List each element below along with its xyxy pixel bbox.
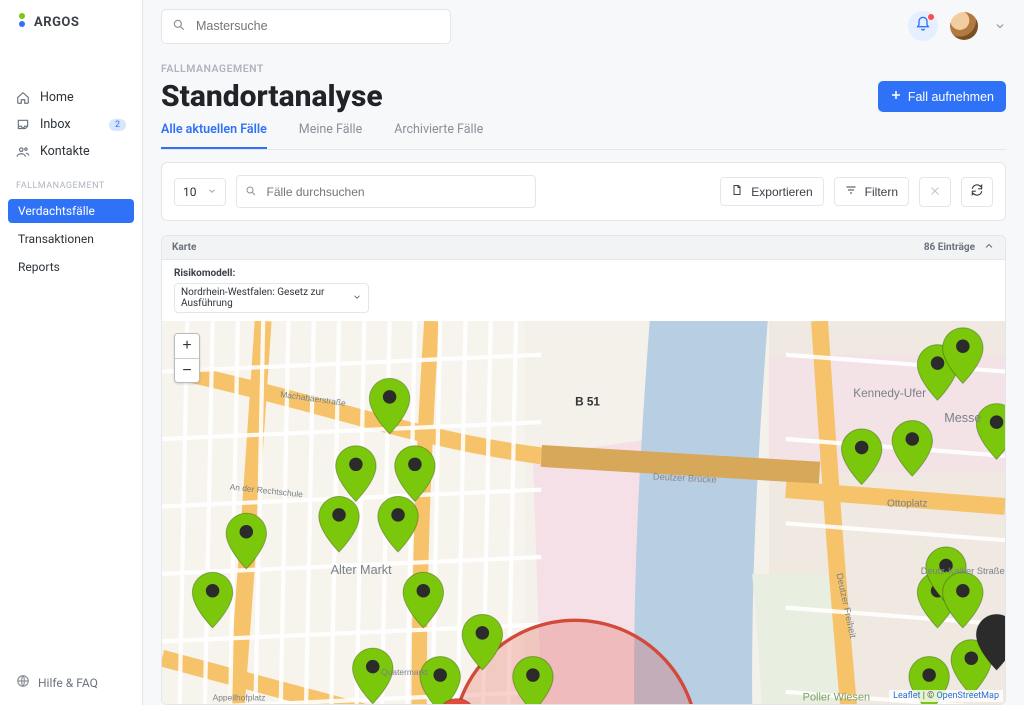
nav-sub-verdachtsfaelle[interactable]: Verdachtsfälle xyxy=(8,199,134,223)
nav-sub-transaktionen[interactable]: Transaktionen xyxy=(8,227,134,251)
svg-text:Kennedy-Ufer: Kennedy-Ufer xyxy=(853,386,926,400)
filter-icon xyxy=(845,184,857,199)
map-card: Karte 86 Einträge Risikomodell: Nordrhei… xyxy=(161,235,1006,705)
page-title: Standortanalyse xyxy=(161,79,866,114)
notifications-button[interactable] xyxy=(908,11,938,41)
home-icon xyxy=(16,91,30,105)
chevron-down-icon[interactable] xyxy=(994,17,1006,36)
svg-text:Appellhofplatz: Appellhofplatz xyxy=(213,692,266,702)
globe-icon xyxy=(16,674,30,691)
list-toolbar: 10 Exportieren xyxy=(161,162,1006,221)
tab-all-cases[interactable]: Alle aktuellen Fälle xyxy=(161,122,267,149)
contacts-icon xyxy=(16,145,30,159)
new-case-button[interactable]: Fall aufnehmen xyxy=(878,81,1006,112)
export-label: Exportieren xyxy=(751,185,812,199)
nav-main: Home Inbox 2 Kontakte xyxy=(0,44,142,165)
risk-model-label: Risikomodell: xyxy=(174,268,993,279)
page: FALLMANAGEMENT Standortanalyse Fall aufn… xyxy=(143,52,1024,705)
tabs: Alle aktuellen Fälle Meine Fälle Archivi… xyxy=(161,122,1006,150)
topbar xyxy=(143,0,1024,52)
svg-text:Quatermarkt: Quatermarkt xyxy=(381,667,428,677)
chevron-down-icon xyxy=(207,185,217,199)
nav-sub-label: Transaktionen xyxy=(18,232,94,246)
filter-button[interactable]: Filtern xyxy=(834,177,909,206)
page-size-select[interactable]: 10 xyxy=(174,178,226,206)
osm-link[interactable]: OpenStreetMap xyxy=(936,691,999,701)
svg-text:Poller Wiesen: Poller Wiesen xyxy=(803,691,870,703)
map-entry-count: 86 Einträge xyxy=(924,242,975,253)
new-case-label: Fall aufnehmen xyxy=(908,90,994,104)
notification-dot-icon xyxy=(928,14,934,20)
tab-my-cases[interactable]: Meine Fälle xyxy=(299,122,362,149)
zoom-out-button[interactable]: − xyxy=(175,358,199,382)
tab-archived-cases[interactable]: Archivierte Fälle xyxy=(394,122,483,149)
logo-icon xyxy=(16,12,28,32)
sidebar: ARGOS Home Inbox 2 Kontakte xyxy=(0,0,143,705)
risk-model-value: Nordrhein-Westfalen: Gesetz zur Ausführu… xyxy=(181,287,346,309)
filter-label: Filtern xyxy=(865,185,898,199)
nav-item-home[interactable]: Home xyxy=(0,84,142,111)
master-search-input[interactable] xyxy=(194,18,440,34)
brand: ARGOS xyxy=(0,0,142,44)
export-icon xyxy=(731,184,743,199)
refresh-icon xyxy=(970,182,984,201)
nav-section-caption: FALLMANAGEMENT xyxy=(0,165,142,197)
risk-model-select[interactable]: Nordrhein-Westfalen: Gesetz zur Ausführu… xyxy=(174,283,369,313)
nav-sub-label: Verdachtsfälle xyxy=(18,204,95,218)
map-canvas: RheinAlter MarktHeumarktKartäuserhofKenn… xyxy=(162,321,1005,704)
nav-item-label: Home xyxy=(40,90,74,105)
map-header: Karte 86 Einträge xyxy=(162,236,1005,260)
map-attribution: Leaflet | © OpenStreetMap xyxy=(889,690,1003,702)
plus-icon xyxy=(890,89,902,104)
leaflet-link[interactable]: Leaflet xyxy=(893,691,920,701)
inbox-badge: 2 xyxy=(109,119,126,131)
refresh-button[interactable] xyxy=(961,177,993,207)
map[interactable]: RheinAlter MarktHeumarktKartäuserhofKenn… xyxy=(162,321,1005,704)
page-size-value: 10 xyxy=(183,185,197,199)
svg-text:Deutz-Kalker Straße: Deutz-Kalker Straße xyxy=(921,566,1005,576)
nav-sub-reports[interactable]: Reports xyxy=(8,255,134,279)
help-link: Hilfe & FAQ xyxy=(38,676,98,690)
sidebar-footer[interactable]: Hilfe & FAQ xyxy=(0,660,142,705)
nav-item-inbox[interactable]: Inbox 2 xyxy=(0,111,142,138)
close-icon xyxy=(929,182,941,201)
search-icon xyxy=(245,182,257,201)
main: FALLMANAGEMENT Standortanalyse Fall aufn… xyxy=(143,0,1024,705)
zoom-in-button[interactable]: + xyxy=(175,334,199,358)
collapse-map-button[interactable] xyxy=(983,240,995,255)
nav-item-label: Kontakte xyxy=(40,144,90,159)
user-avatar[interactable] xyxy=(950,12,978,40)
nav-sub-label: Reports xyxy=(18,260,60,274)
nav-item-contacts[interactable]: Kontakte xyxy=(0,138,142,165)
chevron-down-icon xyxy=(352,292,362,305)
nav-item-label: Inbox xyxy=(40,117,71,132)
export-button[interactable]: Exportieren xyxy=(720,177,823,206)
breadcrumb: FALLMANAGEMENT xyxy=(161,62,1006,75)
brand-name: ARGOS xyxy=(34,15,79,30)
master-search[interactable] xyxy=(161,9,451,44)
svg-text:Alter Markt: Alter Markt xyxy=(331,563,393,577)
clear-button[interactable] xyxy=(919,177,951,207)
case-search-input[interactable] xyxy=(265,184,527,200)
svg-text:Messe: Messe xyxy=(944,411,981,425)
map-toolbar: Risikomodell: Nordrhein-Westfalen: Geset… xyxy=(162,260,1005,321)
svg-text:B 51: B 51 xyxy=(575,394,600,408)
search-icon xyxy=(172,17,186,36)
map-header-title: Karte xyxy=(172,242,196,253)
inbox-icon xyxy=(16,118,30,132)
svg-text:Ottoplatz: Ottoplatz xyxy=(887,498,927,509)
case-search[interactable] xyxy=(236,175,536,208)
zoom-controls: + − xyxy=(174,333,200,383)
